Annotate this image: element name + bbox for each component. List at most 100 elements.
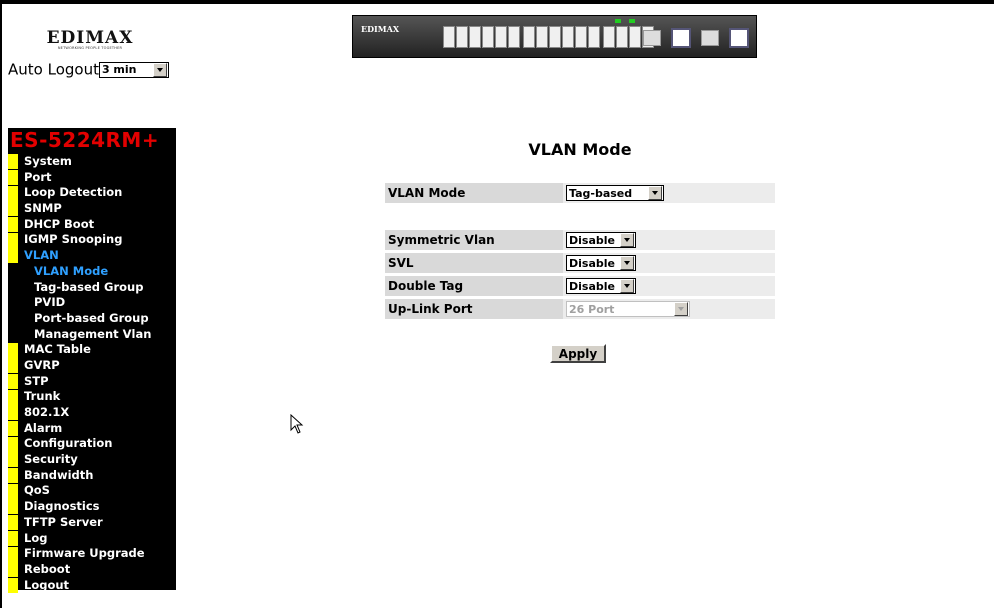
sidebar-item-label: IGMP Snooping [24,232,123,247]
sidebar-item-diagnostics[interactable]: Diagnostics [8,499,176,515]
sidebar-item-label: QoS [24,483,50,498]
uplink-port-label: Up-Link Port [385,299,563,319]
menu-marker-icon [8,201,18,217]
menu-marker-icon [8,546,18,562]
menu-marker-icon [8,170,18,186]
sidebar-item-dhcp-boot[interactable]: DHCP Boot [8,217,176,233]
sidebar-menu: System Port Loop Detection SNMP DHCP Boot IGM… [8,154,176,593]
menu-marker-icon [8,185,18,201]
sidebar-item-label: Log [24,530,48,545]
symmetric-vlan-row: Symmetric Vlan Disable [385,229,775,251]
sidebar-item-vlan[interactable]: VLAN [8,248,176,264]
sidebar-item-qos[interactable]: QoS [8,483,176,499]
chevron-down-icon[interactable] [648,186,662,200]
auto-logout: Auto Logout 3 min [8,60,169,79]
sidebar-item-label: Management Vlan [34,326,152,341]
menu-marker-icon [8,389,18,405]
model-name: ES-5224RM+ [10,128,160,152]
switch-device-image: EDIMAX [352,15,757,58]
sidebar-item-pvid[interactable]: PVID [8,295,176,311]
menu-marker-icon [8,358,18,374]
vlan-mode-label: VLAN Mode [385,183,563,203]
sidebar-item-management-vlan[interactable]: Management Vlan [8,327,176,343]
uplink-port [671,28,691,48]
uplink-port-select: 26 Port [566,301,690,317]
svl-row: SVL Disable [385,252,775,274]
sidebar-item-label: System [24,154,72,168]
sidebar-item-mac-table[interactable]: MAC Table [8,342,176,358]
sidebar-item-stp[interactable]: STP [8,374,176,390]
sidebar-item-label: Loop Detection [24,185,123,200]
sidebar-item-loop-detection[interactable]: Loop Detection [8,185,176,201]
logo-text: EDIMAX [46,28,134,48]
sidebar-item-label: Logout [24,577,70,592]
sfp-slot [643,30,661,46]
sidebar-item-reboot[interactable]: Reboot [8,562,176,578]
edimax-logo: EDIMAX NETWORKING PEOPLE TOGETHER [44,28,136,51]
menu-marker-icon [8,562,18,578]
sidebar-item-label: Firmware Upgrade [24,546,145,561]
apply-button[interactable]: Apply [550,344,606,363]
auto-logout-value: 3 min [101,63,137,76]
sidebar-item-label: DHCP Boot [24,216,95,231]
uplink-port [729,28,749,48]
top-border [0,0,994,4]
sidebar-item-label: GVRP [24,357,60,372]
sidebar-item-tag-based-group[interactable]: Tag-based Group [8,280,176,296]
vlan-mode-value: Tag-based [569,186,633,200]
menu-marker-icon [8,421,18,437]
vlan-mode-row: VLAN Mode Tag-based [385,182,775,204]
sidebar-item-label: Diagnostics [24,499,100,514]
auto-logout-label: Auto Logout [8,60,99,79]
sidebar-item-port[interactable]: Port [8,170,176,186]
menu-marker-icon [8,154,18,170]
sidebar-item-802-1x[interactable]: 802.1X [8,405,176,421]
chevron-down-icon [674,302,688,316]
double-tag-row: Double Tag Disable [385,275,775,297]
menu-marker-icon [8,468,18,484]
chevron-down-icon[interactable] [152,62,167,77]
sidebar-item-tftp-server[interactable]: TFTP Server [8,515,176,531]
symmetric-vlan-label: Symmetric Vlan [385,230,563,250]
sidebar-item-firmware-upgrade[interactable]: Firmware Upgrade [8,546,176,562]
sidebar-item-vlan-mode[interactable]: VLAN Mode [8,264,176,280]
chevron-down-icon[interactable] [620,279,634,293]
sidebar-item-label: Alarm [24,420,63,435]
sidebar-item-label: Security [24,452,78,467]
sidebar-item-security[interactable]: Security [8,452,176,468]
sidebar-item-system[interactable]: System [8,154,176,170]
menu-marker-icon [8,373,18,389]
auto-logout-select[interactable]: 3 min [98,61,169,78]
menu-marker-icon [8,342,18,358]
sidebar-item-gvrp[interactable]: GVRP [8,358,176,374]
sidebar-item-bandwidth[interactable]: Bandwidth [8,468,176,484]
sidebar-item-alarm[interactable]: Alarm [8,421,176,437]
sidebar-item-port-based-group[interactable]: Port-based Group [8,311,176,327]
menu-marker-icon [8,232,18,248]
sidebar-item-log[interactable]: Log [8,531,176,547]
vlan-mode-select[interactable]: Tag-based [566,185,664,201]
sidebar-item-logout[interactable]: Logout [8,578,176,594]
menu-marker-icon [8,436,18,452]
menu-marker-icon [8,577,18,593]
chevron-down-icon[interactable] [620,256,634,270]
sidebar-item-igmp-snooping[interactable]: IGMP Snooping [8,232,176,248]
symmetric-vlan-select[interactable]: Disable [566,232,636,248]
double-tag-select[interactable]: Disable [566,278,636,294]
sidebar-item-snmp[interactable]: SNMP [8,201,176,217]
sidebar-item-trunk[interactable]: Trunk [8,389,176,405]
sidebar-item-configuration[interactable]: Configuration [8,436,176,452]
sidebar-item-label: VLAN [24,248,59,263]
chevron-down-icon[interactable] [620,233,634,247]
menu-marker-icon [8,248,18,264]
symmetric-vlan-value: Disable [569,233,615,247]
uplink-port-value: 26 Port [569,302,615,316]
svl-select[interactable]: Disable [566,255,636,271]
device-brand: EDIMAX [361,24,400,34]
menu-marker-icon [8,405,18,421]
sidebar-item-label: MAC Table [24,342,91,357]
menu-marker-icon [8,499,18,515]
sidebar-item-label: TFTP Server [24,514,103,529]
sidebar-item-label: Trunk [24,389,61,404]
sidebar-item-label: SNMP [24,201,62,216]
